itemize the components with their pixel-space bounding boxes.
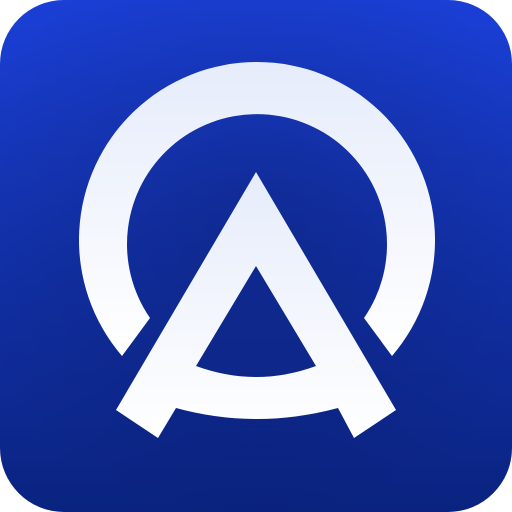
app-icon (0, 0, 512, 512)
app-logo-icon (0, 0, 512, 512)
